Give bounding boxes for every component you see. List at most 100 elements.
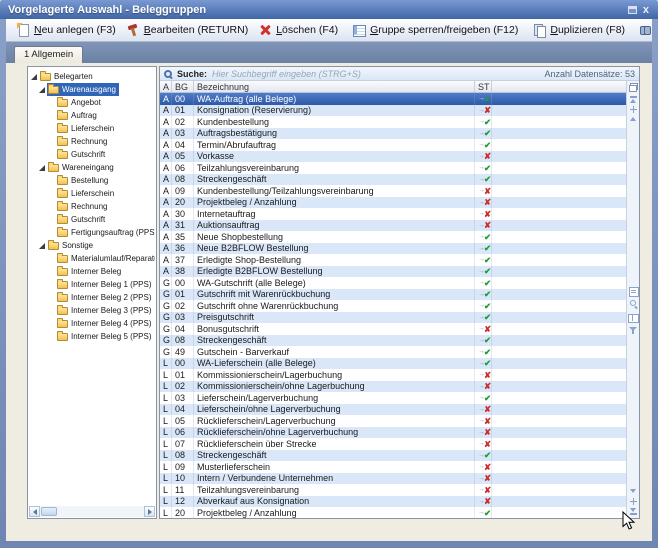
tree-item-belegarten[interactable]: Belegarten — [29, 70, 155, 83]
table-row[interactable]: A03Auftragsbestätigung→✔ — [160, 128, 626, 140]
expand-arrow-icon[interactable] — [39, 87, 45, 93]
grid-header: ABGBezeichnungST — [160, 81, 626, 93]
tree-item-warenausgang[interactable]: Warenausgang — [29, 83, 155, 96]
table-row[interactable]: L07Rücklieferschein über Strecke→✘ — [160, 438, 626, 450]
table-row[interactable]: A06Teilzahlungsvereinbarung→✔ — [160, 162, 626, 174]
column-chooser-icon[interactable] — [629, 83, 638, 92]
table-row[interactable]: L20Projektbeleg / Anzahlung→✔ — [160, 507, 626, 518]
table-row[interactable]: L05Rücklieferschein/Lagerverbuchung→✘ — [160, 415, 626, 427]
new-button[interactable]: Neu anlegen (F3) — [11, 21, 121, 39]
scroll-up-icon[interactable] — [627, 114, 639, 124]
tree-item-sonstige[interactable]: Sonstige — [29, 239, 155, 252]
tree-item-label: Fertigungsauftrag (PPS) — [71, 228, 155, 237]
tree-item-rechnung[interactable]: Rechnung — [29, 135, 155, 148]
search-bar[interactable]: Suche: Hier Suchbegriff eingeben (STRG+S… — [160, 67, 639, 81]
expand-arrow-icon[interactable] — [31, 74, 37, 80]
tab-allgemein[interactable]: 1 Allgemein — [14, 46, 83, 63]
column-header-st[interactable]: ST — [475, 81, 492, 92]
card-view-icon[interactable] — [627, 286, 639, 298]
table-row[interactable]: A02Kundenbestellung→✔ — [160, 116, 626, 128]
tree-item-bestellung[interactable]: Bestellung — [29, 174, 155, 187]
table-row[interactable]: L12Abverkauf aus Konsignation→✘ — [160, 496, 626, 508]
tree-item-lieferschein[interactable]: Lieferschein — [29, 122, 155, 135]
expand-arrow-icon[interactable] — [39, 243, 45, 249]
table-row[interactable]: A31Auktionsauftrag→✘ — [160, 220, 626, 232]
scroll-page-down-icon[interactable] — [627, 496, 639, 506]
cell-bg: 00 — [172, 358, 194, 370]
table-row[interactable]: A35Neue Shopbestellung→✔ — [160, 231, 626, 243]
table-row[interactable]: A04Termin/Abrufauftrag→✔ — [160, 139, 626, 151]
tree-item-interner-beleg-3-pps[interactable]: Interner Beleg 3 (PPS) — [29, 304, 155, 317]
tree-item-materialumlauf-reparatur[interactable]: Materialumlauf/Reparatur — [29, 252, 155, 265]
table-row[interactable]: L11Teilzahlungsvereinbarung→✘ — [160, 484, 626, 496]
scroll-right-button[interactable] — [144, 506, 155, 517]
list-view-icon[interactable] — [627, 312, 639, 324]
tree-item-interner-beleg-4-pps[interactable]: Interner Beleg 4 (PPS) — [29, 317, 155, 330]
table-row[interactable]: A00WA-Auftrag (alle Belege)→✔ — [160, 93, 626, 105]
table-row[interactable]: A38Erledigte B2BFLOW Bestellung→✔ — [160, 266, 626, 278]
table-row[interactable]: A08Streckengeschäft→✔ — [160, 174, 626, 186]
table-row[interactable]: L10Intern / Verbundene Unternehmen→✘ — [160, 473, 626, 485]
red-x-icon — [258, 23, 272, 37]
table-row[interactable]: G01Gutschrift mit Warenrückbuchung→✔ — [160, 289, 626, 301]
column-header-bezeichnung[interactable]: Bezeichnung — [194, 81, 475, 92]
scroll-left-button[interactable] — [29, 506, 40, 517]
duplicate-button[interactable]: Duplizieren (F8) — [527, 21, 630, 39]
scroll-down-icon[interactable] — [627, 486, 639, 496]
column-header-bg[interactable]: BG — [172, 81, 194, 92]
tree-item-interner-beleg-1-pps[interactable]: Interner Beleg 1 (PPS) — [29, 278, 155, 291]
tree-item-auftrag[interactable]: Auftrag — [29, 109, 155, 122]
tree-item-interner-beleg[interactable]: Interner Beleg — [29, 265, 155, 278]
table-row[interactable]: G02Gutschrift ohne Warenrückbuchung→✔ — [160, 300, 626, 312]
table-row[interactable]: A30Internetauftrag→✘ — [160, 208, 626, 220]
tree-item-angebot[interactable]: Angebot — [29, 96, 155, 109]
tree-item-wareneingang[interactable]: Wareneingang — [29, 161, 155, 174]
table-row[interactable]: A05Vorkasse→✘ — [160, 151, 626, 163]
table-row[interactable]: L04Lieferschein/ohne Lagerverbuchung→✘ — [160, 404, 626, 416]
filter-icon[interactable] — [627, 325, 639, 337]
table-row[interactable]: L00WA-Lieferschein (alle Belege)→✔ — [160, 358, 626, 370]
table-row[interactable]: G49Gutschein - Barverkauf→✔ — [160, 346, 626, 358]
table-row[interactable]: L09Musterlieferschein→✘ — [160, 461, 626, 473]
table-row[interactable]: A20Projektbeleg / Anzahlung→✘ — [160, 197, 626, 209]
edit-button[interactable]: Bearbeiten (RETURN) — [121, 21, 253, 39]
group-lock-button[interactable]: Gruppe sperren/freigeben (F12) — [347, 21, 523, 39]
cell-art: G — [160, 277, 172, 289]
table-row[interactable]: L02Kommissionierschein/ohne Lagerbuchung… — [160, 381, 626, 393]
close-icon[interactable]: x — [643, 5, 649, 15]
table-row[interactable]: G00WA-Gutschrift (alle Belege)→✔ — [160, 277, 626, 289]
tree-item-fertigungsauftrag-pps[interactable]: Fertigungsauftrag (PPS) — [29, 226, 155, 239]
tree-item-rechnung[interactable]: Rechnung — [29, 200, 155, 213]
table-row[interactable]: A01Konsignation (Reservierung)→✘ — [160, 105, 626, 117]
scrollbar-thumb[interactable] — [41, 507, 57, 516]
quick-search-icon[interactable] — [627, 299, 639, 311]
search-button[interactable]: Suchen (STRG+S) — [634, 21, 652, 39]
table-row[interactable]: G08Streckengeschäft→✔ — [160, 335, 626, 347]
tree-item-interner-beleg-2-pps[interactable]: Interner Beleg 2 (PPS) — [29, 291, 155, 304]
tree-item-interner-beleg-5-pps[interactable]: Interner Beleg 5 (PPS) — [29, 330, 155, 343]
table-row[interactable]: L03Lieferschein/Lagerverbuchung→✔ — [160, 392, 626, 404]
scroll-first-icon[interactable] — [627, 94, 639, 104]
column-header-a[interactable]: A — [160, 81, 172, 92]
tree-item-gutschrift[interactable]: Gutschrift — [29, 148, 155, 161]
scroll-last-icon[interactable] — [627, 506, 639, 516]
tree-item-gutschrift[interactable]: Gutschrift — [29, 213, 155, 226]
scroll-page-up-icon[interactable] — [627, 104, 639, 114]
table-row[interactable]: L01Kommissionierschein/Lagerbuchung→✘ — [160, 369, 626, 381]
cell-filler — [492, 254, 626, 266]
expand-arrow-icon[interactable] — [39, 165, 45, 171]
cell-status: →✔ — [475, 277, 492, 289]
table-row[interactable]: L06Rücklieferschein/ohne Lagerverbuchung… — [160, 427, 626, 439]
table-row[interactable]: A09Kundenbestellung/Teilzahlungsvereinba… — [160, 185, 626, 197]
delete-button[interactable]: Löschen (F4) — [253, 21, 343, 39]
table-row[interactable]: L08Streckengeschäft→✔ — [160, 450, 626, 462]
grid-nav-scrollbar[interactable] — [626, 81, 639, 518]
table-row[interactable]: A36Neue B2BFLOW Bestellung→✔ — [160, 243, 626, 255]
tree-item-lieferschein[interactable]: Lieferschein — [29, 187, 155, 200]
table-row[interactable]: G04Bonusgutschrift→✘ — [160, 323, 626, 335]
search-input[interactable]: Hier Suchbegriff eingeben (STRG+S) — [212, 69, 544, 79]
tree-horizontal-scrollbar[interactable] — [29, 506, 155, 517]
table-row[interactable]: A37Erledigte Shop-Bestellung→✔ — [160, 254, 626, 266]
table-row[interactable]: G03Preisgutschrift→✔ — [160, 312, 626, 324]
restore-window-icon[interactable] — [628, 6, 637, 14]
